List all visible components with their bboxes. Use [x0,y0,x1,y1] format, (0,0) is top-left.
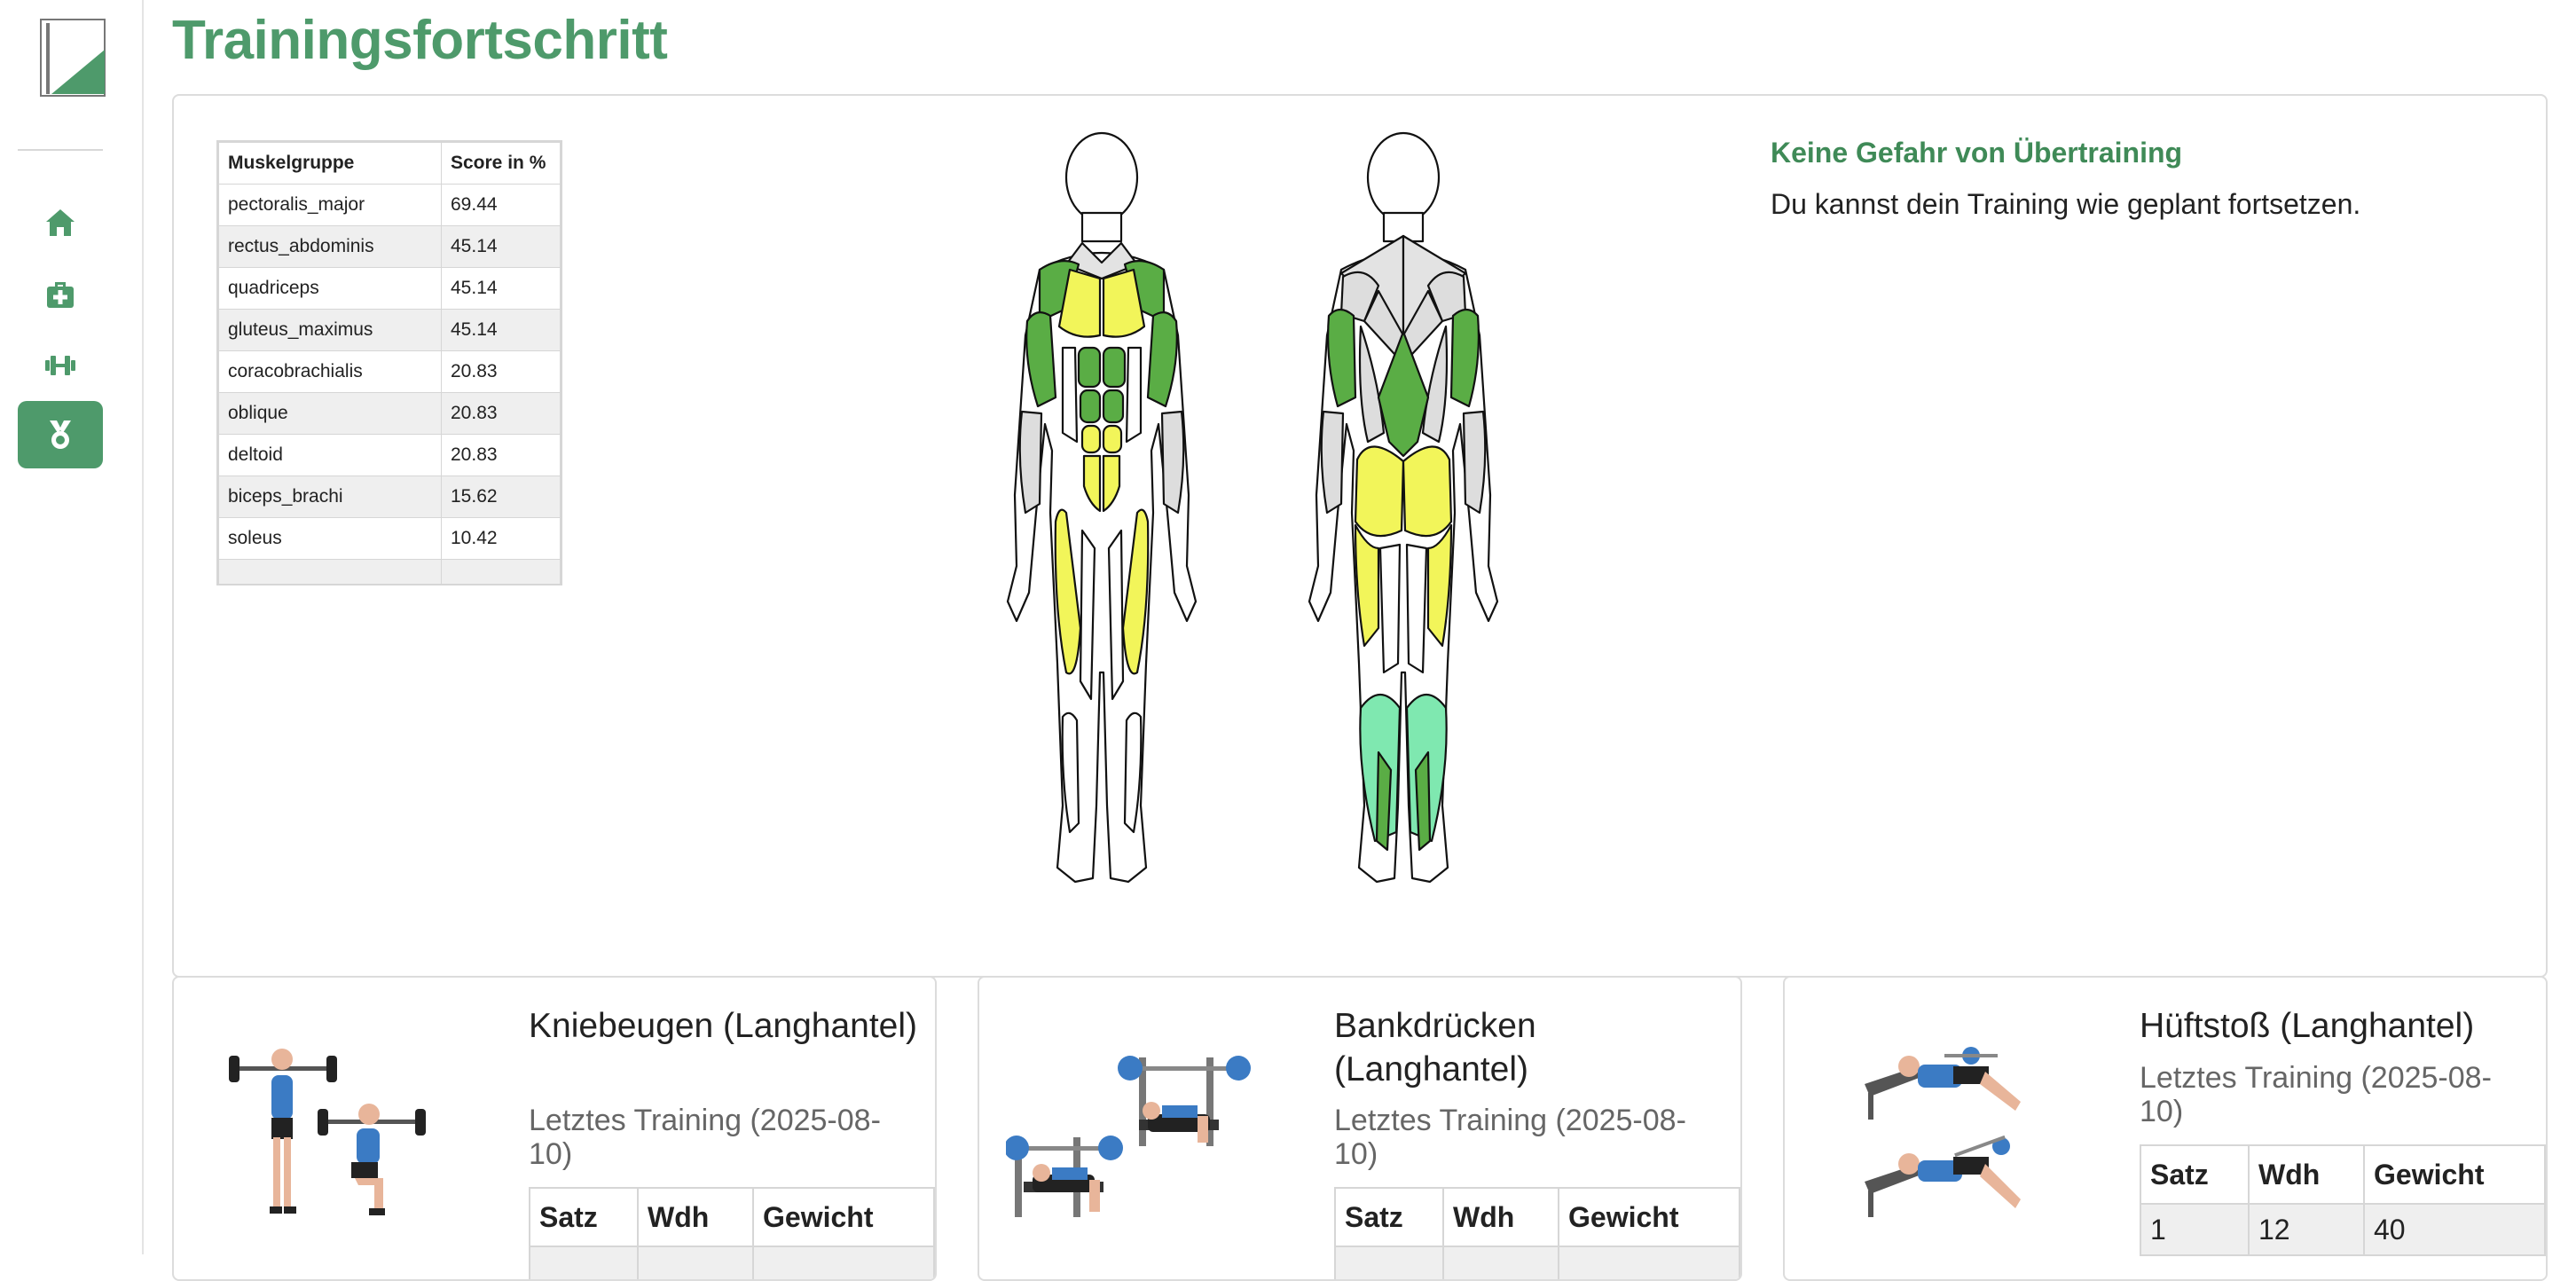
muscle-name: soleus [218,517,442,560]
col-header-set: Satz [1334,1187,1444,1247]
col-header-set: Satz [2140,1144,2250,1205]
squat-illustration [229,1049,426,1215]
muscle-score-table[interactable]: Muskelgruppe Score in % pectoralis_major… [216,140,562,585]
exercise-card[interactable]: Kniebeugen (Langhantel) Letztes Training… [172,976,937,1281]
muscle-name: gluteus_maximus [218,309,442,351]
table-row: soleus 10.42 [218,517,561,560]
col-header-score: Score in % [441,142,561,185]
muscle-score: 15.62 [441,475,561,518]
last-training-date: Letztes Training (2025-08-10) [1334,1104,1686,1171]
back-body [1308,131,1499,884]
muscle-score: 20.83 [441,434,561,476]
table-row: deltoid 20.83 [218,434,561,476]
muscle-score: 45.14 [441,309,561,351]
sets-table: Satz Wdh Gewicht [1334,1187,1740,1279]
front-body [1006,131,1198,884]
exercise-title: Hüftstoß (Langhantel) [2140,1007,2475,1045]
page-title: Trainingsfortschritt [172,10,668,71]
table-row: pectoralis_major 69.44 [218,184,561,226]
muscle-name: quadriceps [218,267,442,310]
col-header-reps: Wdh [2248,1144,2365,1205]
home-icon [46,209,75,236]
overtraining-status-title: Keine Gefahr von Übertraining [1771,137,2183,169]
exercise-title: Kniebeugen (Langhantel) [529,1007,918,1045]
exercise-title: Bankdrücken (Langhantel) [1334,1007,1536,1088]
last-training-date: Letztes Training (2025-08-10) [2140,1061,2492,1128]
col-header-weight: Gewicht [752,1187,935,1247]
progress-panel: Muskelgruppe Score in % pectoralis_major… [172,94,2548,978]
app-logo[interactable] [39,18,108,98]
table-row: gluteus_maximus 45.14 [218,309,561,351]
set-number: 1 [2140,1203,2250,1256]
muscle-score: 20.83 [441,350,561,393]
table-row: quadriceps 45.14 [218,267,561,310]
sets-table: Satz Wdh Gewicht 1 12 40 [2140,1144,2546,1256]
muscle-score: 20.83 [441,392,561,435]
medal-icon [50,420,71,449]
table-row [529,1246,935,1279]
table-row [1334,1246,1740,1279]
muscle-score: 69.44 [441,184,561,226]
nav-home[interactable] [18,190,103,257]
muscle-name: biceps_brachi [218,475,442,518]
muscle-name: rectus_abdominis [218,225,442,268]
overtraining-status-text: Du kannst dein Training wie geplant fort… [1771,188,2361,220]
medkit-icon [47,282,74,308]
exercise-card[interactable]: Bankdrücken (Langhantel) Letztes Trainin… [978,976,1742,1281]
col-header-weight: Gewicht [2363,1144,2546,1205]
col-header-muscle-group: Muskelgruppe [218,142,442,185]
hip-thrust-illustration [1865,1047,2021,1217]
muscle-score: 45.14 [441,267,561,310]
muscle-name: pectoralis_major [218,184,442,226]
muscle-name: deltoid [218,434,442,476]
bench-press-illustration [1006,1056,1251,1217]
dumbbell-icon [45,356,75,375]
muscle-score: 10.42 [441,517,561,560]
sidebar-divider [18,149,103,151]
nav-progress[interactable] [18,401,103,468]
table-row [218,559,561,584]
set-weight: 40 [2363,1203,2546,1256]
col-header-reps: Wdh [1442,1187,1559,1247]
nav-medical[interactable] [18,261,103,328]
col-header-weight: Gewicht [1558,1187,1740,1247]
muscle-name: oblique [218,392,442,435]
table-row: rectus_abdominis 45.14 [218,225,561,268]
col-header-set: Satz [529,1187,639,1247]
muscle-map-figure [1006,131,1499,884]
table-row: oblique 20.83 [218,392,561,435]
sets-table: Satz Wdh Gewicht [529,1187,935,1279]
muscle-name: coracobrachialis [218,350,442,393]
muscle-score: 45.14 [441,225,561,268]
col-header-reps: Wdh [637,1187,754,1247]
last-training-date: Letztes Training (2025-08-10) [529,1104,881,1171]
nav-workout[interactable] [18,332,103,399]
set-reps: 12 [2248,1203,2365,1256]
table-row: coracobrachialis 20.83 [218,350,561,393]
table-row: biceps_brachi 15.62 [218,475,561,518]
sidebar [0,0,144,1254]
table-row: 1 12 40 [2140,1203,2546,1256]
exercise-card[interactable]: Hüftstoß (Langhantel) Letztes Training (… [1783,976,2548,1281]
